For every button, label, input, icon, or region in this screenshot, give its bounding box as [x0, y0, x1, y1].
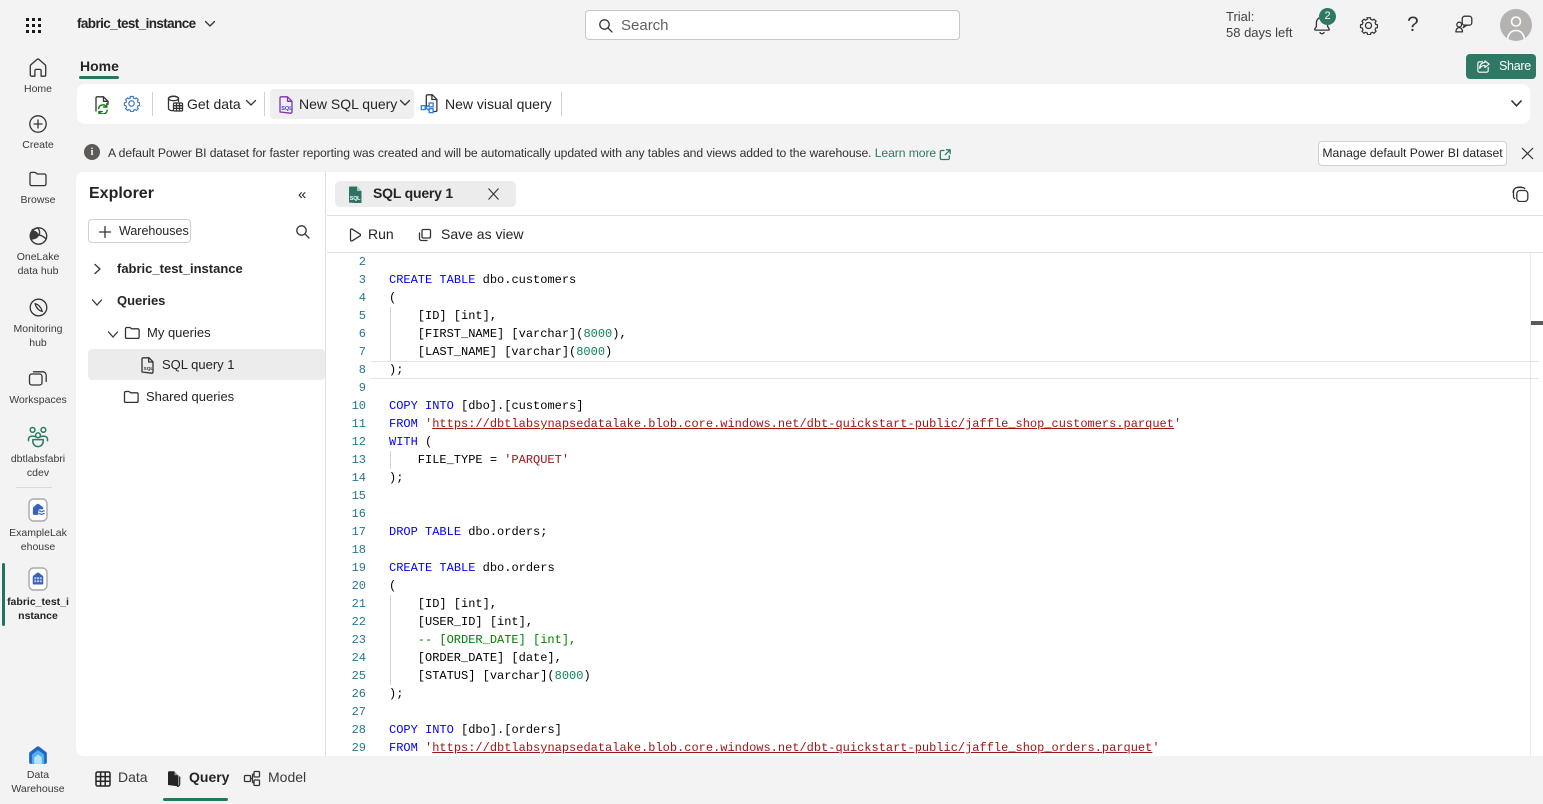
svg-text:SQL: SQL — [350, 196, 361, 202]
svg-text:SQL: SQL — [144, 366, 154, 372]
svg-text:SQL: SQL — [281, 106, 293, 112]
